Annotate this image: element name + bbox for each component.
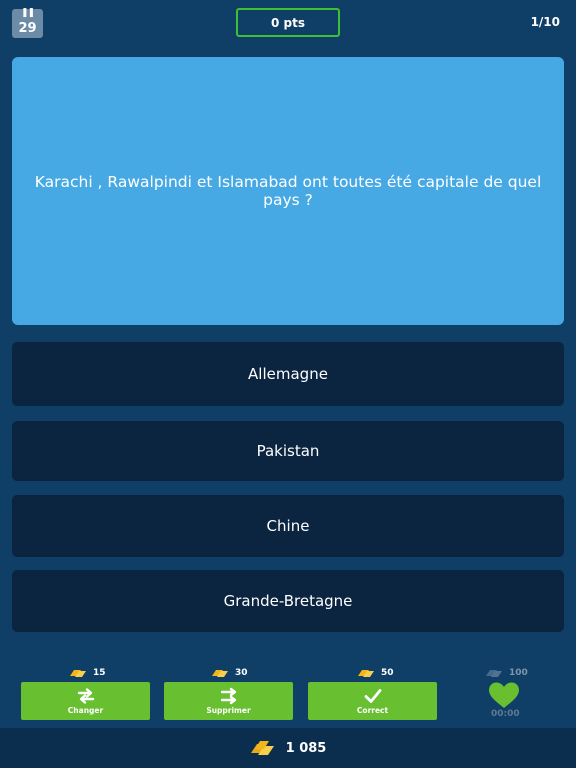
life-timer: 00:00 bbox=[491, 709, 520, 719]
gold-bars-icon bbox=[486, 670, 502, 677]
pause-timer-button[interactable]: ❚❚ 29 bbox=[12, 8, 43, 38]
coin-balance-bar: 1 085 bbox=[0, 728, 576, 768]
powerup-cost-correct: 50 bbox=[357, 667, 394, 678]
score-display: 0 pts bbox=[236, 8, 340, 37]
gold-bars-icon bbox=[70, 670, 86, 677]
checkmark-icon bbox=[364, 689, 381, 703]
question-progress: 1/10 bbox=[530, 15, 560, 29]
cost-value: 15 bbox=[93, 667, 106, 678]
heart-icon bbox=[489, 682, 519, 708]
cost-value: 100 bbox=[509, 667, 528, 678]
timer-value: 29 bbox=[18, 21, 37, 36]
answer-option-4[interactable]: Grande-Bretagne bbox=[12, 570, 564, 632]
answer-option-3[interactable]: Chine bbox=[12, 495, 564, 557]
powerup-cost-supprimer: 30 bbox=[211, 667, 248, 678]
gold-bars-icon bbox=[358, 670, 374, 677]
changer-label: Changer bbox=[67, 706, 104, 715]
answer-option-1[interactable]: Allemagne bbox=[12, 342, 564, 406]
correct-label: Correct bbox=[356, 706, 389, 715]
cost-value: 30 bbox=[235, 667, 248, 678]
answer-option-2[interactable]: Pakistan bbox=[12, 421, 564, 481]
swap-arrows-icon bbox=[77, 688, 94, 704]
correct-button[interactable]: Correct bbox=[308, 682, 437, 720]
coin-balance: 1 085 bbox=[285, 740, 327, 756]
question-text: Karachi , Rawalpindi et Islamabad ont to… bbox=[12, 57, 564, 325]
pause-icon: ❚❚ bbox=[20, 8, 35, 18]
life-cost: 100 bbox=[485, 667, 528, 678]
double-arrow-right-icon bbox=[220, 687, 236, 705]
supprimer-label: Supprimer bbox=[206, 706, 251, 715]
changer-button[interactable]: Changer bbox=[21, 682, 150, 720]
gold-bars-icon bbox=[212, 670, 228, 677]
powerup-cost-changer: 15 bbox=[69, 667, 106, 678]
life-button[interactable] bbox=[486, 681, 522, 709]
supprimer-button[interactable]: Supprimer bbox=[164, 682, 293, 720]
cost-value: 50 bbox=[381, 667, 394, 678]
gold-bars-icon bbox=[250, 741, 274, 755]
